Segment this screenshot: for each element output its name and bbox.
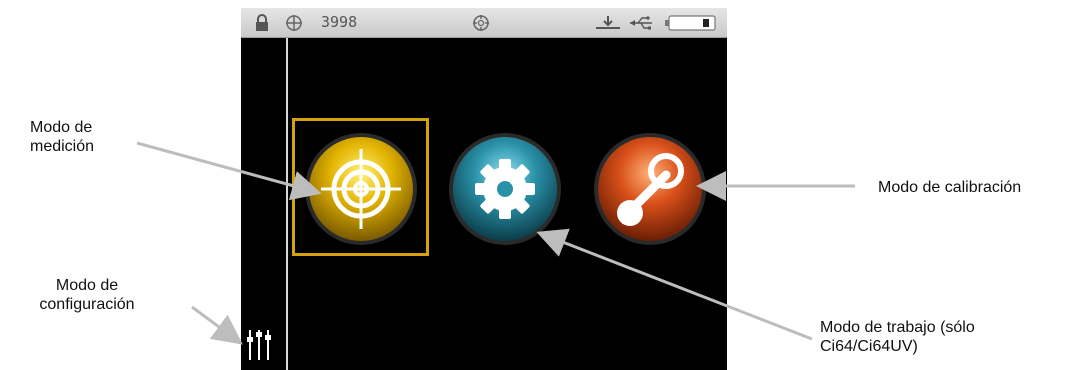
callout-measure: Modo de medición [30, 118, 94, 156]
callout-config-line1: Modo de [55, 277, 119, 294]
arrow-measure [136, 141, 322, 201]
callout-config: Modo de configuración [9, 276, 165, 314]
callout-config-line2: configuración [39, 296, 135, 313]
callout-measure-line1: Modo de [30, 119, 93, 136]
arrow-job [536, 228, 813, 341]
callout-calibration: Modo de calibración [878, 179, 1022, 196]
callout-measure-line2: medición [30, 138, 95, 155]
callout-job-line2: Ci64/Ci64UV) [820, 338, 918, 355]
arrow-config [191, 305, 243, 345]
callout-job-line1: Modo de trabajo (sólo [820, 319, 975, 336]
callout-job: Modo de trabajo (sólo Ci64/Ci64UV) [820, 318, 975, 356]
